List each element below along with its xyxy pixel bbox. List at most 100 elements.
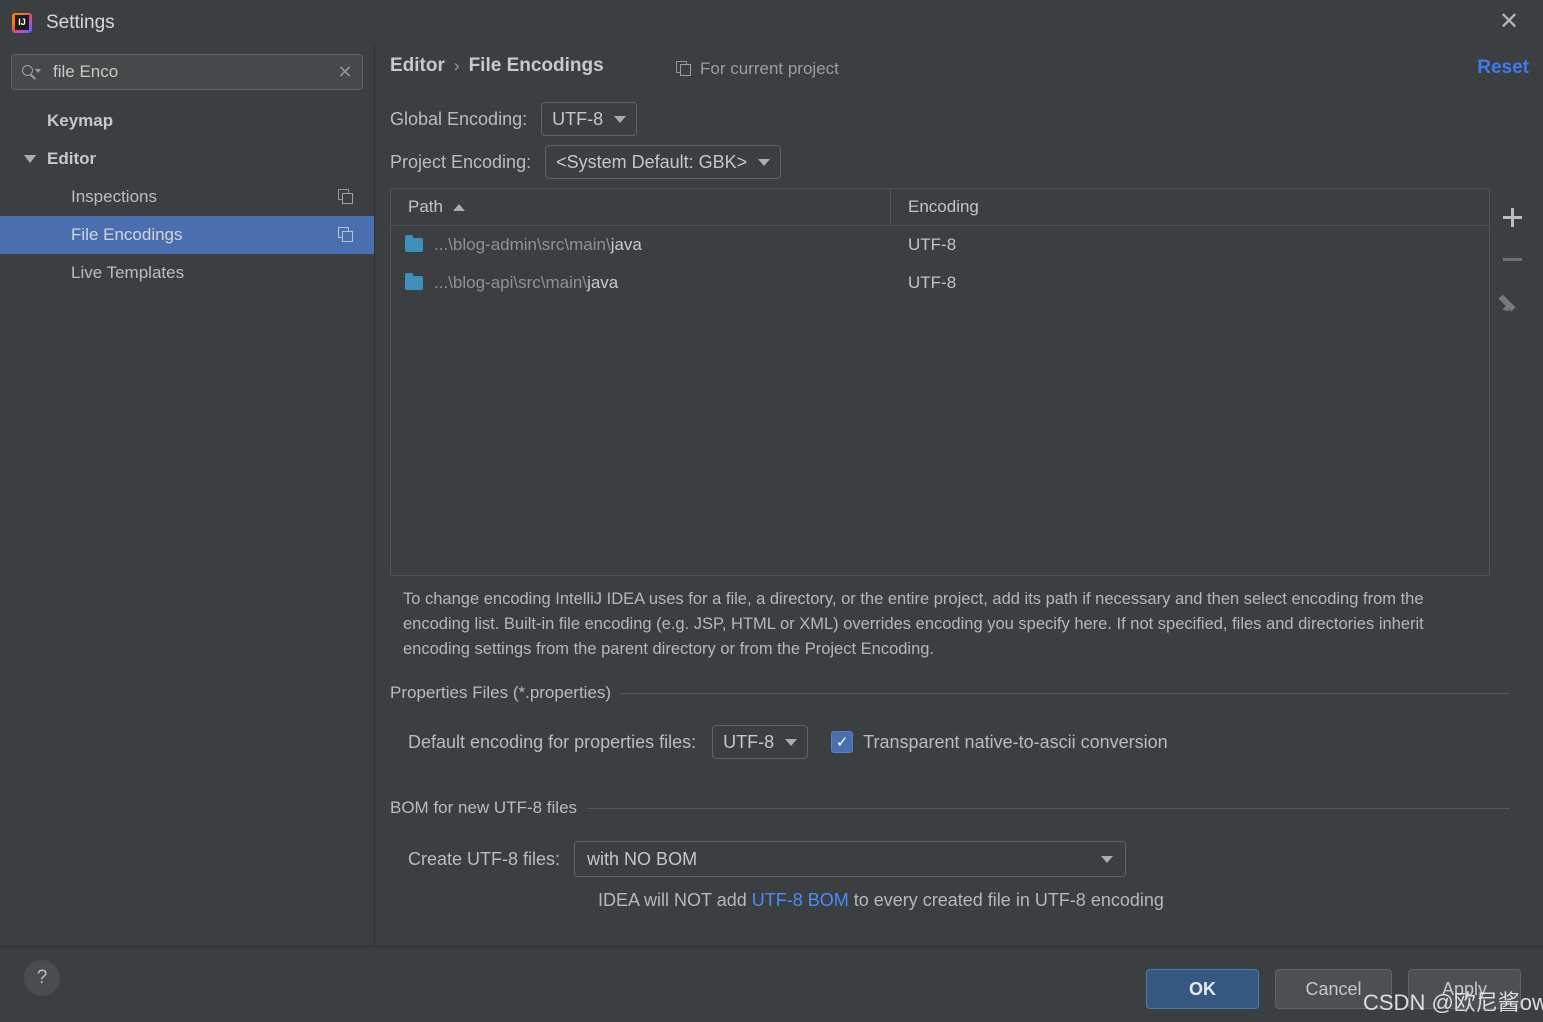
section-divider xyxy=(587,807,1510,809)
properties-files-section-header: Properties Files (*.properties) xyxy=(390,683,1510,703)
table-cell-path: ...\blog-admin\src\main\ java xyxy=(391,235,891,255)
bom-note: IDEA will NOT add UTF-8 BOM to every cre… xyxy=(598,890,1164,911)
chevron-down-icon xyxy=(785,738,798,746)
settings-sidebar: file Enco ✕ Keymap Editor Inspections Fi… xyxy=(0,45,375,945)
sidebar-item-label: Editor xyxy=(47,149,97,168)
edit-path-button[interactable] xyxy=(1492,280,1532,322)
create-utf8-files-value: with NO BOM xyxy=(587,848,698,869)
bom-note-before: IDEA will NOT add xyxy=(598,890,752,910)
for-current-project-label: For current project xyxy=(676,59,839,79)
chevron-down-icon xyxy=(758,158,771,166)
breadcrumb-separator: › xyxy=(453,56,460,75)
transparent-native-to-ascii-checkbox[interactable]: ✓ Transparent native-to-ascii conversion xyxy=(831,731,1168,753)
sidebar-item-label: Live Templates xyxy=(71,263,185,282)
close-icon[interactable]: ✕ xyxy=(1493,6,1525,38)
column-header-path[interactable]: Path xyxy=(391,189,891,225)
sidebar-item-inspections[interactable]: Inspections xyxy=(0,178,374,216)
global-encoding-row: Global Encoding: UTF-8 xyxy=(390,102,638,136)
default-properties-encoding-row: Default encoding for properties files: U… xyxy=(408,725,1168,759)
reset-link[interactable]: Reset xyxy=(1477,57,1529,79)
bom-section-header: BOM for new UTF-8 files xyxy=(390,798,1510,818)
project-encoding-label: Project Encoding: xyxy=(390,151,532,172)
copy-icon xyxy=(676,61,693,77)
path-prefix: ...\blog-admin\src\main\ xyxy=(434,235,611,254)
clear-icon[interactable]: ✕ xyxy=(328,55,362,89)
encodings-table: Path Encoding ...\blog-admin\src\main\ ja… xyxy=(390,188,1490,576)
window-title: Settings xyxy=(46,11,115,33)
table-toolbar xyxy=(1490,188,1534,576)
section-divider xyxy=(621,692,1510,694)
for-current-project-text: For current project xyxy=(700,59,839,78)
plus-icon xyxy=(1502,207,1522,227)
bom-note-link[interactable]: UTF-8 BOM xyxy=(752,890,849,910)
path-prefix: ...\blog-api\src\main\ xyxy=(434,273,588,292)
settings-nav: Keymap Editor Inspections File Encodings… xyxy=(0,102,374,292)
copy-icon[interactable] xyxy=(338,189,354,205)
chevron-down-icon[interactable] xyxy=(24,155,36,163)
search-icon xyxy=(22,63,42,81)
folder-icon xyxy=(405,235,423,252)
path-leaf: java xyxy=(587,273,619,292)
check-icon: ✓ xyxy=(835,733,849,751)
title-bar: Settings ✕ xyxy=(0,0,1543,45)
default-encoding-label: Default encoding for properties files: xyxy=(408,731,697,752)
global-encoding-value: UTF-8 xyxy=(552,108,604,129)
project-encoding-value: <System Default: GBK> xyxy=(556,151,748,172)
copy-icon[interactable] xyxy=(338,227,354,243)
search-input[interactable]: file Enco ✕ xyxy=(11,54,363,90)
sidebar-item-keymap[interactable]: Keymap xyxy=(0,102,374,140)
add-path-button[interactable] xyxy=(1492,196,1532,238)
main-panel: Editor › File Encodings For current proj… xyxy=(376,45,1543,945)
table-row[interactable]: ...\blog-api\src\main\ java UTF-8 xyxy=(391,264,1489,302)
help-button[interactable]: ? xyxy=(24,960,60,996)
path-leaf: java xyxy=(610,235,642,254)
ok-button[interactable]: OK xyxy=(1146,969,1259,1009)
remove-path-button[interactable] xyxy=(1492,238,1532,280)
chevron-down-icon xyxy=(1101,855,1114,863)
breadcrumb: Editor › File Encodings xyxy=(390,55,604,77)
section-title: BOM for new UTF-8 files xyxy=(390,798,578,817)
chevron-down-icon xyxy=(614,115,627,123)
create-utf8-files-select[interactable]: with NO BOM xyxy=(574,841,1127,877)
intellij-idea-logo-icon xyxy=(12,12,32,33)
sidebar-item-label: Keymap xyxy=(47,111,114,130)
project-encoding-row: Project Encoding: <System Default: GBK> xyxy=(390,145,782,179)
minus-icon xyxy=(1502,257,1522,261)
column-header-encoding[interactable]: Encoding xyxy=(891,189,1489,225)
breadcrumb-item-editor[interactable]: Editor xyxy=(390,55,445,77)
create-utf8-files-row: Create UTF-8 files: with NO BOM xyxy=(408,841,1127,877)
column-header-label: Encoding xyxy=(908,197,979,216)
sidebar-item-file-encodings[interactable]: File Encodings xyxy=(0,216,374,254)
table-cell-encoding[interactable]: UTF-8 xyxy=(891,235,1489,255)
table-header: Path Encoding xyxy=(391,189,1489,226)
bom-note-after: to every created file in UTF-8 encoding xyxy=(848,890,1164,910)
checkbox-box: ✓ xyxy=(831,731,854,753)
default-properties-encoding-select[interactable]: UTF-8 xyxy=(712,725,809,759)
breadcrumb-item-file-encodings: File Encodings xyxy=(468,55,604,76)
search-area: file Enco ✕ xyxy=(0,45,374,90)
sidebar-item-live-templates[interactable]: Live Templates xyxy=(0,254,374,292)
create-utf8-files-label: Create UTF-8 files: xyxy=(408,848,561,869)
column-header-label: Path xyxy=(408,197,443,216)
global-encoding-select[interactable]: UTF-8 xyxy=(541,102,638,136)
sidebar-item-label: File Encodings xyxy=(71,225,183,244)
settings-dialog: Settings ✕ file Enco ✕ Keymap Editor xyxy=(0,0,1543,1022)
global-encoding-label: Global Encoding: xyxy=(390,108,528,129)
folder-icon xyxy=(405,273,423,290)
search-input-value: file Enco xyxy=(53,62,119,81)
dialog-footer: ? OK Cancel Apply xyxy=(0,946,1543,1022)
sidebar-item-label: Inspections xyxy=(71,187,157,206)
sort-ascending-icon xyxy=(452,203,465,211)
project-encoding-select[interactable]: <System Default: GBK> xyxy=(545,145,782,179)
cancel-button[interactable]: Cancel xyxy=(1275,969,1392,1009)
table-cell-encoding[interactable]: UTF-8 xyxy=(891,273,1489,293)
sidebar-item-editor[interactable]: Editor xyxy=(0,140,374,178)
default-encoding-value: UTF-8 xyxy=(723,731,775,752)
table-cell-path: ...\blog-api\src\main\ java xyxy=(391,273,891,293)
pencil-icon xyxy=(1498,291,1522,314)
section-title: Properties Files (*.properties) xyxy=(390,683,612,702)
apply-button[interactable]: Apply xyxy=(1408,969,1521,1009)
checkbox-label: Transparent native-to-ascii conversion xyxy=(863,731,1168,752)
table-row[interactable]: ...\blog-admin\src\main\ java UTF-8 xyxy=(391,226,1489,264)
encodings-description: To change encoding IntelliJ IDEA uses fo… xyxy=(403,590,1424,658)
